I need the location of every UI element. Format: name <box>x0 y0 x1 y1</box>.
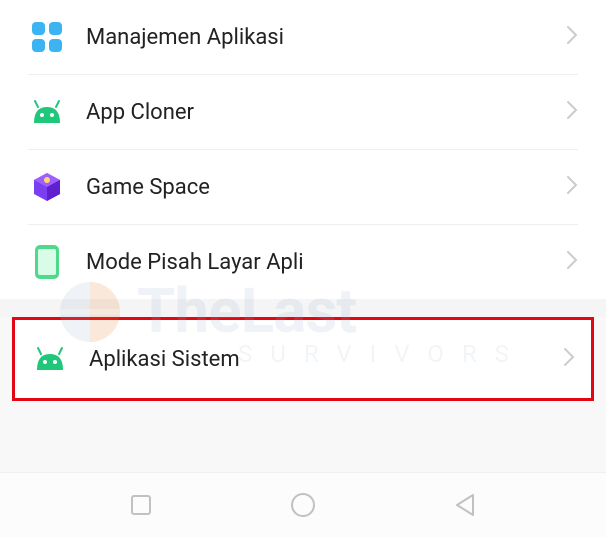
item-label: Aplikasi Sistem <box>89 347 563 372</box>
chevron-right-icon <box>566 98 578 126</box>
android-head-icon <box>28 93 66 131</box>
home-button[interactable] <box>287 489 319 521</box>
back-button[interactable] <box>449 489 481 521</box>
recent-apps-button[interactable] <box>125 489 157 521</box>
chevron-right-icon <box>563 345 575 373</box>
item-label: Game Space <box>86 175 566 200</box>
item-label: Mode Pisah Layar Apli <box>86 250 566 275</box>
settings-list: Manajemen Aplikasi App Cloner <box>0 0 606 299</box>
navigation-bar <box>0 472 606 537</box>
settings-item-game-space[interactable]: Game Space <box>0 150 606 224</box>
item-label: App Cloner <box>86 100 566 125</box>
section-gap <box>0 299 606 317</box>
cube-icon <box>28 168 66 206</box>
chevron-right-icon <box>566 23 578 51</box>
highlighted-section: Aplikasi Sistem <box>12 317 594 401</box>
apps-grid-icon <box>28 18 66 56</box>
android-head-icon <box>31 340 69 378</box>
settings-item-app-cloner[interactable]: App Cloner <box>0 75 606 149</box>
settings-item-aplikasi-sistem[interactable]: Aplikasi Sistem <box>15 320 591 398</box>
settings-item-manajemen-aplikasi[interactable]: Manajemen Aplikasi <box>0 0 606 74</box>
item-label: Manajemen Aplikasi <box>86 25 566 50</box>
chevron-right-icon <box>566 248 578 276</box>
chevron-right-icon <box>566 173 578 201</box>
settings-item-mode-pisah-layar[interactable]: Mode Pisah Layar Apli <box>0 225 606 299</box>
phone-split-icon <box>28 243 66 281</box>
